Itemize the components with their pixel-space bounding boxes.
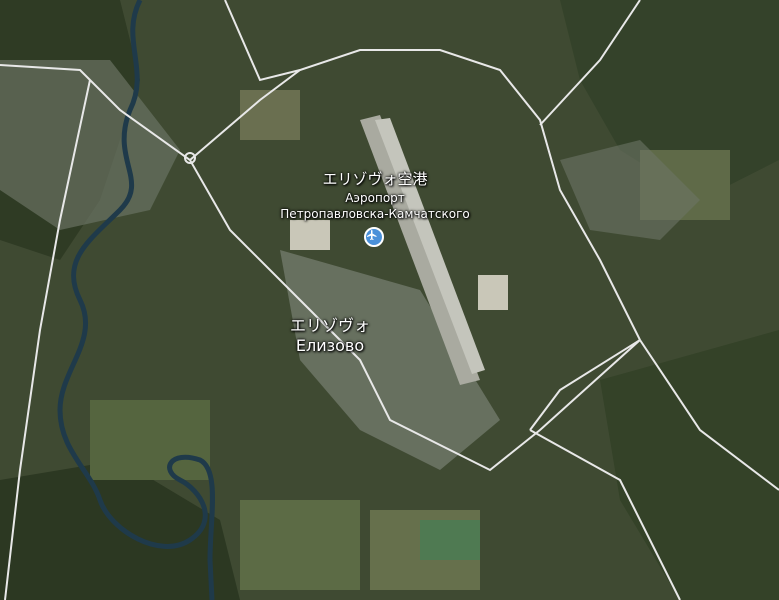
airport-name-ru-line1[interactable]: Аэропорт: [305, 191, 445, 205]
apron-west: [290, 220, 330, 250]
airport-name-ja[interactable]: エリゾヴォ空港: [285, 168, 465, 189]
field-3: [420, 520, 480, 560]
field-1: [240, 500, 360, 590]
map-imagery: [0, 0, 779, 600]
airport-marker[interactable]: [364, 227, 384, 247]
field-5: [240, 90, 300, 140]
airplane-icon: [367, 230, 377, 240]
apron-east: [478, 275, 508, 310]
city-name-ru[interactable]: Елизово: [255, 336, 405, 355]
city-name-ja[interactable]: エリゾヴォ: [255, 312, 405, 336]
satellite-map[interactable]: エリゾヴォ空港 Аэропорт Петропавловска-Камчатск…: [0, 0, 779, 600]
airport-name-ru-line2[interactable]: Петропавловска-Камчатского: [245, 207, 505, 221]
field-4: [90, 400, 210, 480]
